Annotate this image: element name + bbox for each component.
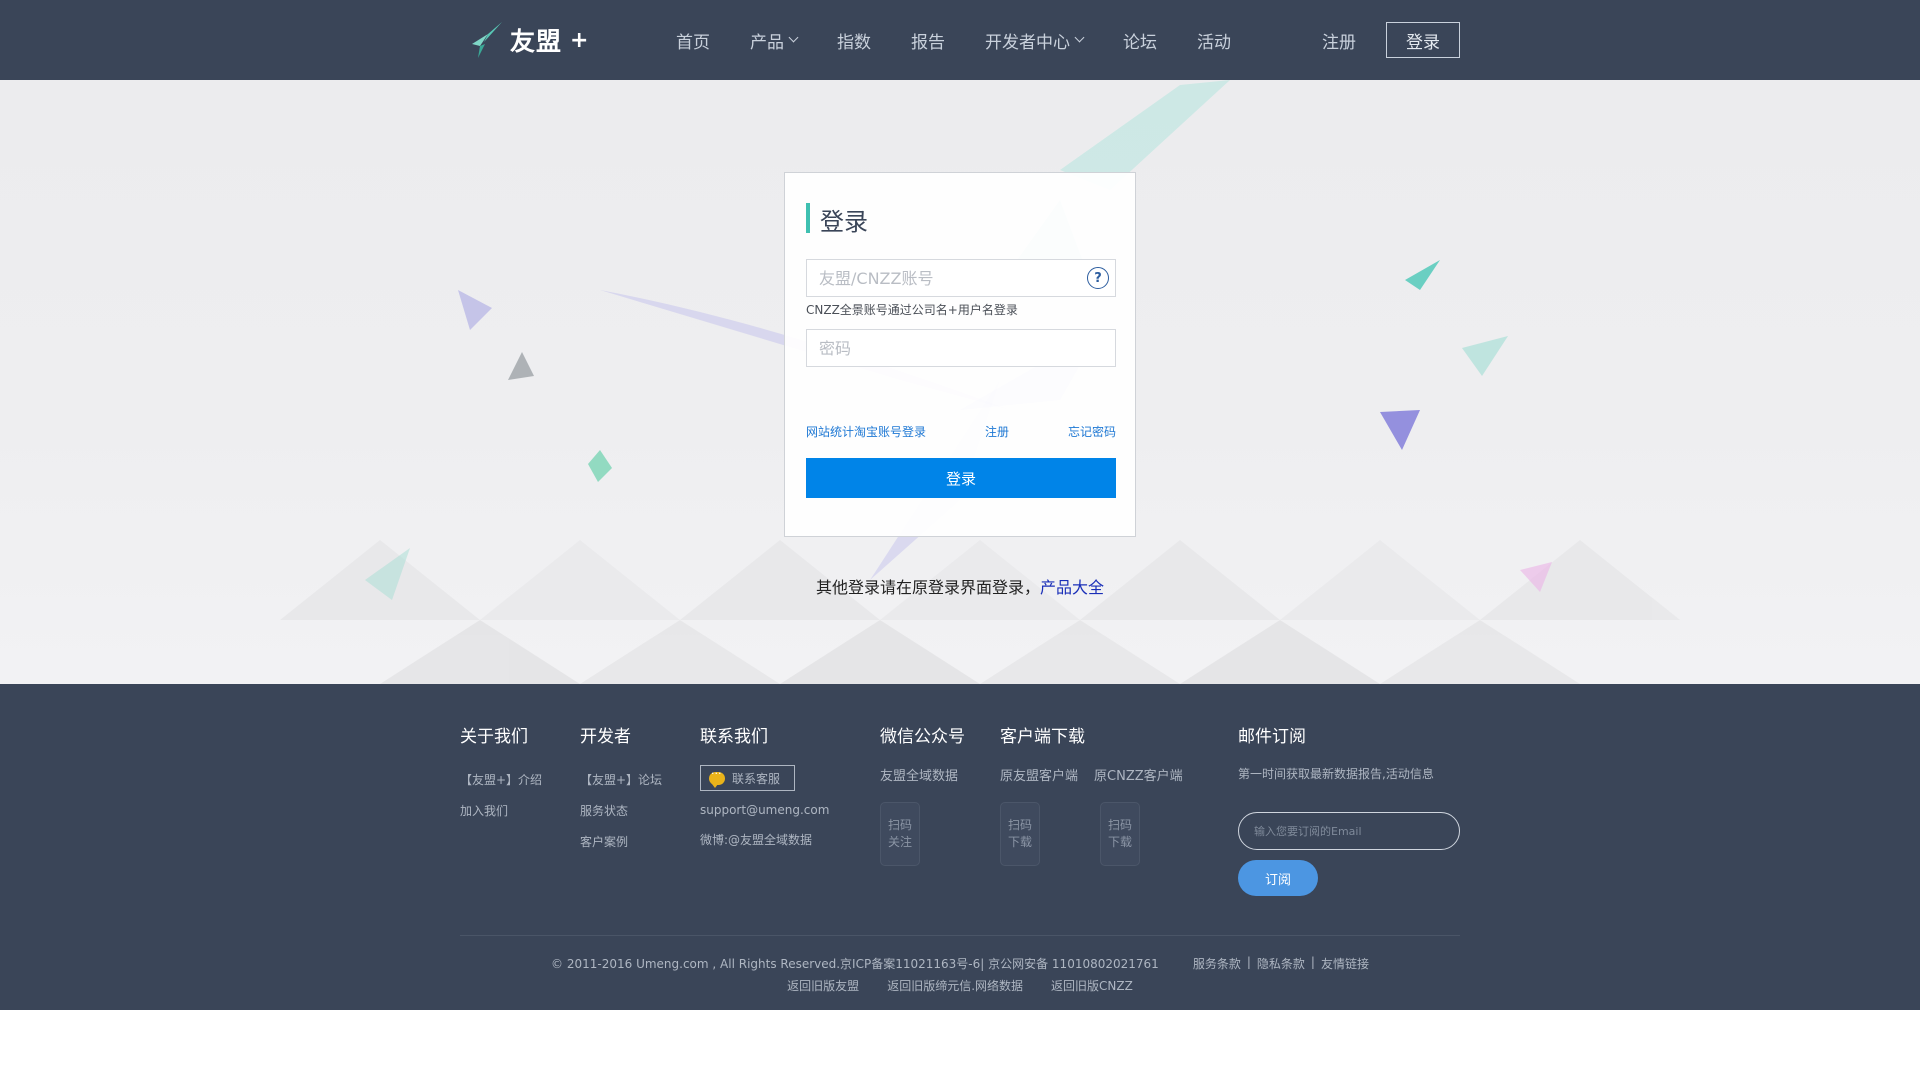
- footer-contact: 联系我们 联系客服 support@umeng.com 微博:@友盟全域数据: [700, 722, 829, 854]
- hero-area: 登录 ? CNZZ全景账号通过公司名+用户名登录 网站统计淘宝账号登录 注册 忘…: [0, 80, 1920, 684]
- footer-about: 关于我们 【友盟+】介绍 加入我们: [460, 722, 542, 827]
- footer-divider: [460, 935, 1460, 936]
- qr-label-scan: 扫码: [887, 818, 912, 832]
- logo-text: 友盟: [510, 27, 563, 56]
- footer-wechat: 微信公众号 友盟全域数据: [880, 722, 965, 784]
- main-nav: 首页 产品 指数 报告 开发者中心 论坛 活动: [676, 0, 1271, 80]
- subscribe-desc: 第一时间获取最新数据报告,活动信息: [1238, 767, 1434, 781]
- login-title: 登录: [820, 208, 868, 236]
- footer-wechat-title: 微信公众号: [880, 727, 965, 747]
- footer-link-cases[interactable]: 客户案例: [580, 827, 662, 858]
- login-links: 网站统计淘宝账号登录 注册 忘记密码: [806, 423, 1116, 441]
- other-login-text: 其他登录请在原登录界面登录，: [815, 578, 1040, 597]
- footer-developer: 开发者 【友盟+】论坛 服务状态 客户案例: [580, 722, 662, 858]
- contact-support-button[interactable]: 联系客服: [700, 765, 796, 791]
- footer-link-forum[interactable]: 【友盟+】论坛: [580, 765, 662, 796]
- login-submit-button[interactable]: 登录: [806, 458, 1116, 498]
- register-link[interactable]: 注册: [985, 423, 1009, 440]
- nav-forum-label: 论坛: [1123, 32, 1157, 53]
- nav-events[interactable]: 活动: [1197, 28, 1231, 53]
- password-input[interactable]: [806, 329, 1116, 367]
- umeng-logo[interactable]: 友盟 +: [468, 18, 588, 62]
- account-hint: CNZZ全景账号通过公司名+用户名登录: [806, 303, 1018, 317]
- footer-subscribe-title: 邮件订阅: [1238, 727, 1306, 747]
- qr-label-download: 下载: [1007, 835, 1032, 849]
- title-accent-bar: [806, 203, 810, 233]
- footer-link-join[interactable]: 加入我们: [460, 796, 542, 827]
- support-email[interactable]: support@umeng.com: [700, 795, 829, 826]
- subscribe-email-input[interactable]: [1238, 812, 1460, 850]
- qr-label-scan: 扫码: [1107, 818, 1132, 832]
- logo-plus: +: [570, 27, 589, 53]
- umeng-qr-label: 扫码 下载: [1006, 817, 1034, 851]
- nav-developer-center[interactable]: 开发者中心: [985, 28, 1085, 53]
- footer-contact-title: 联系我们: [700, 727, 768, 747]
- umeng-client-qr-phone[interactable]: 扫码 下载: [1000, 802, 1040, 866]
- footer-download-title: 客户端下载: [1000, 727, 1085, 747]
- product-list-link[interactable]: 产品大全: [1040, 578, 1104, 597]
- subscribe-button[interactable]: 订阅: [1238, 860, 1318, 896]
- nav-developer-center-label: 开发者中心: [985, 32, 1070, 53]
- qr-label-scan: 扫码: [1007, 818, 1032, 832]
- qr-label-download: 下载: [1107, 835, 1132, 849]
- footer-subscribe: 邮件订阅 第一时间获取最新数据报告,活动信息: [1238, 722, 1434, 782]
- copyright-text: © 2011-2016 Umeng.com , All Rights Reser…: [551, 957, 1159, 971]
- chat-bubble-icon: [709, 767, 725, 788]
- friend-links-link[interactable]: 友情链接: [1321, 955, 1369, 972]
- footer-link-intro[interactable]: 【友盟+】介绍: [460, 765, 542, 796]
- account-input[interactable]: [806, 259, 1116, 297]
- footer-developer-title: 开发者: [580, 727, 631, 747]
- terms-link[interactable]: 服务条款: [1193, 955, 1241, 972]
- cnzz-client-qr-phone[interactable]: 扫码 下载: [1100, 802, 1140, 866]
- qr-label-follow: 关注: [887, 835, 912, 849]
- privacy-link[interactable]: 隐私条款: [1257, 955, 1305, 972]
- copyright-line: © 2011-2016 Umeng.com , All Rights Reser…: [0, 955, 1920, 972]
- nav-products-label: 产品: [750, 32, 784, 53]
- footer: 关于我们 【友盟+】介绍 加入我们 开发者 【友盟+】论坛 服务状态 客户案例 …: [0, 684, 1920, 1010]
- cnzz-qr-label: 扫码 下载: [1106, 817, 1134, 851]
- bird-logo-icon: [472, 22, 502, 58]
- footer-link-status[interactable]: 服务状态: [580, 796, 662, 827]
- nav-forum[interactable]: 论坛: [1123, 28, 1157, 53]
- contact-support-label: 联系客服: [732, 771, 781, 786]
- wechat-account-name: 友盟全域数据: [880, 769, 959, 784]
- header-register-link[interactable]: 注册: [1322, 28, 1356, 53]
- nav-home-label: 首页: [676, 32, 710, 53]
- wechat-qr-phone[interactable]: 扫码 关注: [880, 802, 920, 866]
- legal-separator: |: [1246, 955, 1251, 969]
- nav-index[interactable]: 指数: [837, 28, 871, 53]
- wechat-qr-label: 扫码 关注: [886, 817, 914, 851]
- footer-about-title: 关于我们: [460, 727, 528, 747]
- old-dyx-link[interactable]: 返回旧版缔元信.网络数据: [887, 977, 1023, 994]
- help-icon[interactable]: ?: [1087, 267, 1109, 289]
- footer-download: 客户端下载 原友盟客户端 原CNZZ客户端: [1000, 722, 1183, 784]
- header-login-button[interactable]: 登录: [1386, 22, 1460, 58]
- nav-products[interactable]: 产品: [750, 28, 799, 53]
- nav-events-label: 活动: [1197, 32, 1231, 53]
- nav-home[interactable]: 首页: [676, 28, 710, 53]
- nav-reports-label: 报告: [911, 32, 945, 53]
- top-navbar: 友盟 + 首页 产品 指数 报告 开发者中心 论坛 活动 注册 登录: [0, 0, 1920, 80]
- old-umeng-link[interactable]: 返回旧版友盟: [787, 977, 859, 994]
- nav-index-label: 指数: [837, 32, 871, 53]
- weibo-link[interactable]: 微博:@友盟全域数据: [700, 826, 829, 854]
- download-clients: 原友盟客户端 原CNZZ客户端: [1000, 765, 1183, 784]
- chevron-down-icon: [788, 32, 799, 43]
- login-card: 登录 ? CNZZ全景账号通过公司名+用户名登录 网站统计淘宝账号登录 注册 忘…: [784, 172, 1136, 537]
- legal-separator: |: [1310, 955, 1315, 969]
- other-login-note: 其他登录请在原登录界面登录，产品大全: [0, 574, 1920, 598]
- forgot-password-link[interactable]: 忘记密码: [1068, 423, 1116, 440]
- client-cnzz[interactable]: 原CNZZ客户端: [1094, 769, 1183, 784]
- taobao-login-link[interactable]: 网站统计淘宝账号登录: [806, 423, 926, 440]
- chevron-down-icon: [1074, 32, 1085, 43]
- old-cnzz-link[interactable]: 返回旧版CNZZ: [1051, 977, 1133, 994]
- old-version-links: 返回旧版友盟 返回旧版缔元信.网络数据 返回旧版CNZZ: [0, 977, 1920, 994]
- nav-reports[interactable]: 报告: [911, 28, 945, 53]
- client-umeng[interactable]: 原友盟客户端: [1000, 769, 1078, 784]
